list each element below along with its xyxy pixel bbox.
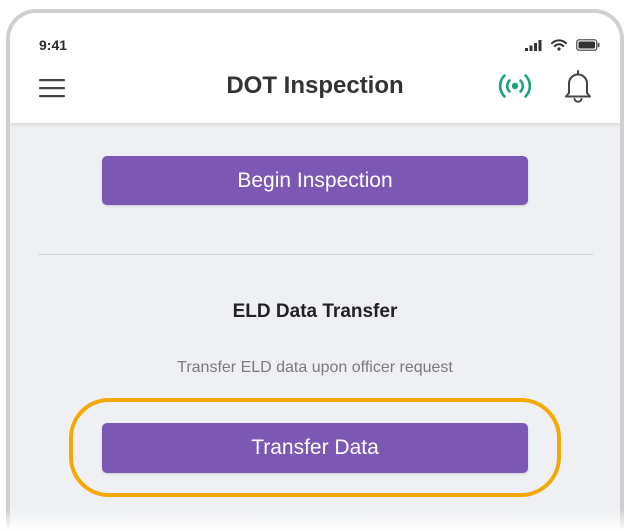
phone-frame: 9:41 DOT Inspection Begin Inspection ELD… <box>6 9 624 531</box>
main-content: Begin Inspection ELD Data Transfer Trans… <box>10 123 620 531</box>
eld-transfer-description: Transfer ELD data upon officer request <box>177 359 453 376</box>
status-bar: 9:41 <box>10 13 620 65</box>
hamburger-menu-icon <box>39 79 65 98</box>
status-icons <box>525 38 600 52</box>
status-time: 9:41 <box>39 37 68 53</box>
broadcast-signal-icon <box>498 74 532 98</box>
app-header: DOT Inspection <box>10 65 620 123</box>
cellular-signal-icon <box>525 39 542 51</box>
section-divider <box>38 254 593 255</box>
transfer-data-button[interactable]: Transfer Data <box>102 423 528 473</box>
connection-status-button[interactable] <box>496 70 534 102</box>
begin-inspection-button[interactable]: Begin Inspection <box>102 156 528 205</box>
bell-icon <box>565 70 591 103</box>
menu-button[interactable] <box>35 75 69 101</box>
eld-transfer-title: ELD Data Transfer <box>232 301 398 322</box>
notifications-button[interactable] <box>562 68 594 104</box>
battery-icon <box>576 39 600 51</box>
wifi-icon <box>551 39 567 51</box>
screenshot-canvas: 9:41 DOT Inspection Begin Inspection ELD… <box>0 0 636 531</box>
